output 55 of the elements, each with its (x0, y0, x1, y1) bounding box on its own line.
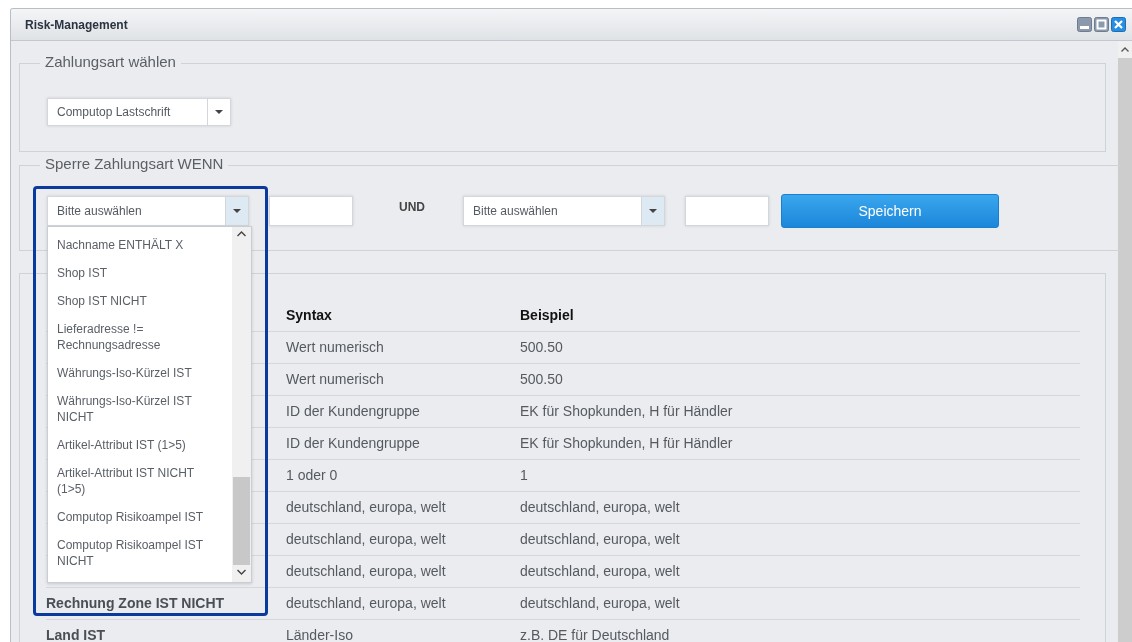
table-cell-text: Wert numerisch (286, 340, 385, 355)
table-cell-text: z.B. DE für Deutschland (520, 628, 671, 642)
table-cell-text: 500.50 (520, 372, 564, 387)
table-cell-text: deutschland, europa, welt (520, 596, 681, 611)
table-cell-text: Land IST (46, 628, 107, 642)
connector-label: UND (399, 200, 425, 214)
window-title: Risk-Management (25, 17, 128, 32)
table-cell-text: 1 (520, 468, 529, 483)
caret-icon (232, 208, 242, 214)
caret-icon (214, 109, 224, 115)
column-header: Beispiel (520, 308, 575, 323)
table-cell-text: deutschland, europa, welt (520, 500, 681, 515)
dropdown[interactable]: Bitte auswählen (47, 196, 249, 226)
table-cell-text: deutschland, europa, welt (286, 564, 447, 579)
table-cell-text: ID der Kundengruppe (286, 404, 421, 419)
table-cell-text: deutschland, europa, welt (286, 596, 447, 611)
column-header: Syntax (286, 308, 333, 323)
dropdown-option[interactable]: Artikel-Attribut IST NICHT (1>5) (48, 459, 232, 503)
scroll-up-icon (1121, 47, 1129, 52)
section-legend: Zahlungsart wählen (40, 53, 181, 70)
dropdown-option[interactable]: Nachname ENTHÄLT X (48, 231, 232, 259)
dropdown-option[interactable]: Währungs-Iso-Kürzel IST NICHT (48, 387, 232, 431)
scrollbar[interactable] (1118, 41, 1132, 642)
table-cell-text: Wert numerisch (286, 372, 385, 387)
caret-icon (648, 208, 658, 214)
table-cell-text: 500.50 (520, 340, 564, 355)
scroll-down-icon (237, 569, 246, 575)
dropdown-option[interactable]: Währungs-Iso-Kürzel IST (48, 359, 232, 387)
dropdown[interactable]: Bitte auswählen (463, 196, 665, 226)
input-field[interactable] (685, 196, 769, 226)
dropdown[interactable]: Computop Lastschrift (47, 98, 231, 126)
dropdown-option[interactable]: Shop IST (48, 259, 232, 287)
dropdown-option[interactable]: Artikel-Attribut IST (1>5) (48, 431, 232, 459)
minimize-icon[interactable] (1077, 17, 1092, 32)
table-cell-text: deutschland, europa, welt (286, 500, 447, 515)
scroll-thumb[interactable] (233, 477, 250, 565)
dropdown-option[interactable]: Computop Risikoampel IST NICHT (48, 531, 232, 575)
input-field[interactable] (269, 196, 353, 226)
table-cell-text: Rechnung Zone IST NICHT (46, 596, 226, 611)
dropdown-option[interactable]: Computop Risikoampel IST (48, 503, 232, 531)
table-cell-text: deutschland, europa, welt (286, 532, 447, 547)
dropdown-option[interactable]: Shop IST NICHT (48, 287, 232, 315)
scroll-up-icon (237, 231, 246, 237)
table-cell-text: EK für Shopkunden, H für Händler (520, 436, 734, 451)
table-cell-text: 1 oder 0 (286, 468, 339, 483)
table-cell-text: Länder-Iso (286, 628, 354, 642)
table-cell-text: EK für Shopkunden, H für Händler (520, 404, 734, 419)
close-icon[interactable] (1111, 17, 1126, 32)
section-legend: Sperre Zahlungsart WENN (40, 155, 229, 172)
table-cell-text: deutschland, europa, welt (520, 564, 681, 579)
maximize-icon[interactable] (1094, 17, 1109, 32)
table-cell-text: ID der Kundengruppe (286, 436, 421, 451)
table-cell-text: deutschland, europa, welt (520, 532, 681, 547)
dropdown-option[interactable]: Lieferadresse != Rechnungsadresse (48, 315, 232, 359)
scrollbar[interactable] (232, 227, 251, 582)
